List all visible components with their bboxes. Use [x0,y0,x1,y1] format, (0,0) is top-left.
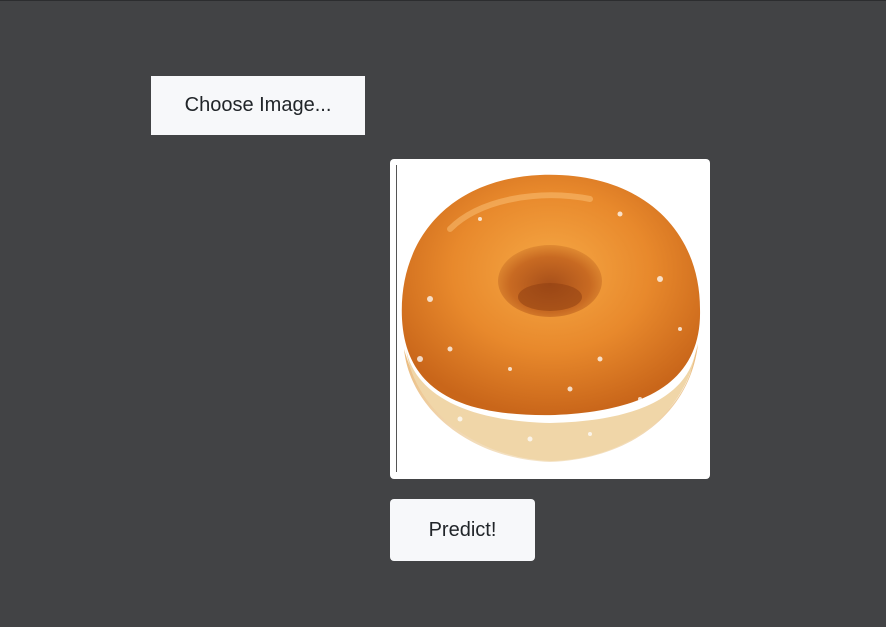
donut-image [401,174,701,462]
window-top-edge [0,0,886,1]
predict-button[interactable]: Predict! [390,499,535,561]
choose-image-button[interactable]: Choose Image... [151,76,365,135]
donut-hole-shadow [518,283,582,311]
image-preview [390,159,710,479]
